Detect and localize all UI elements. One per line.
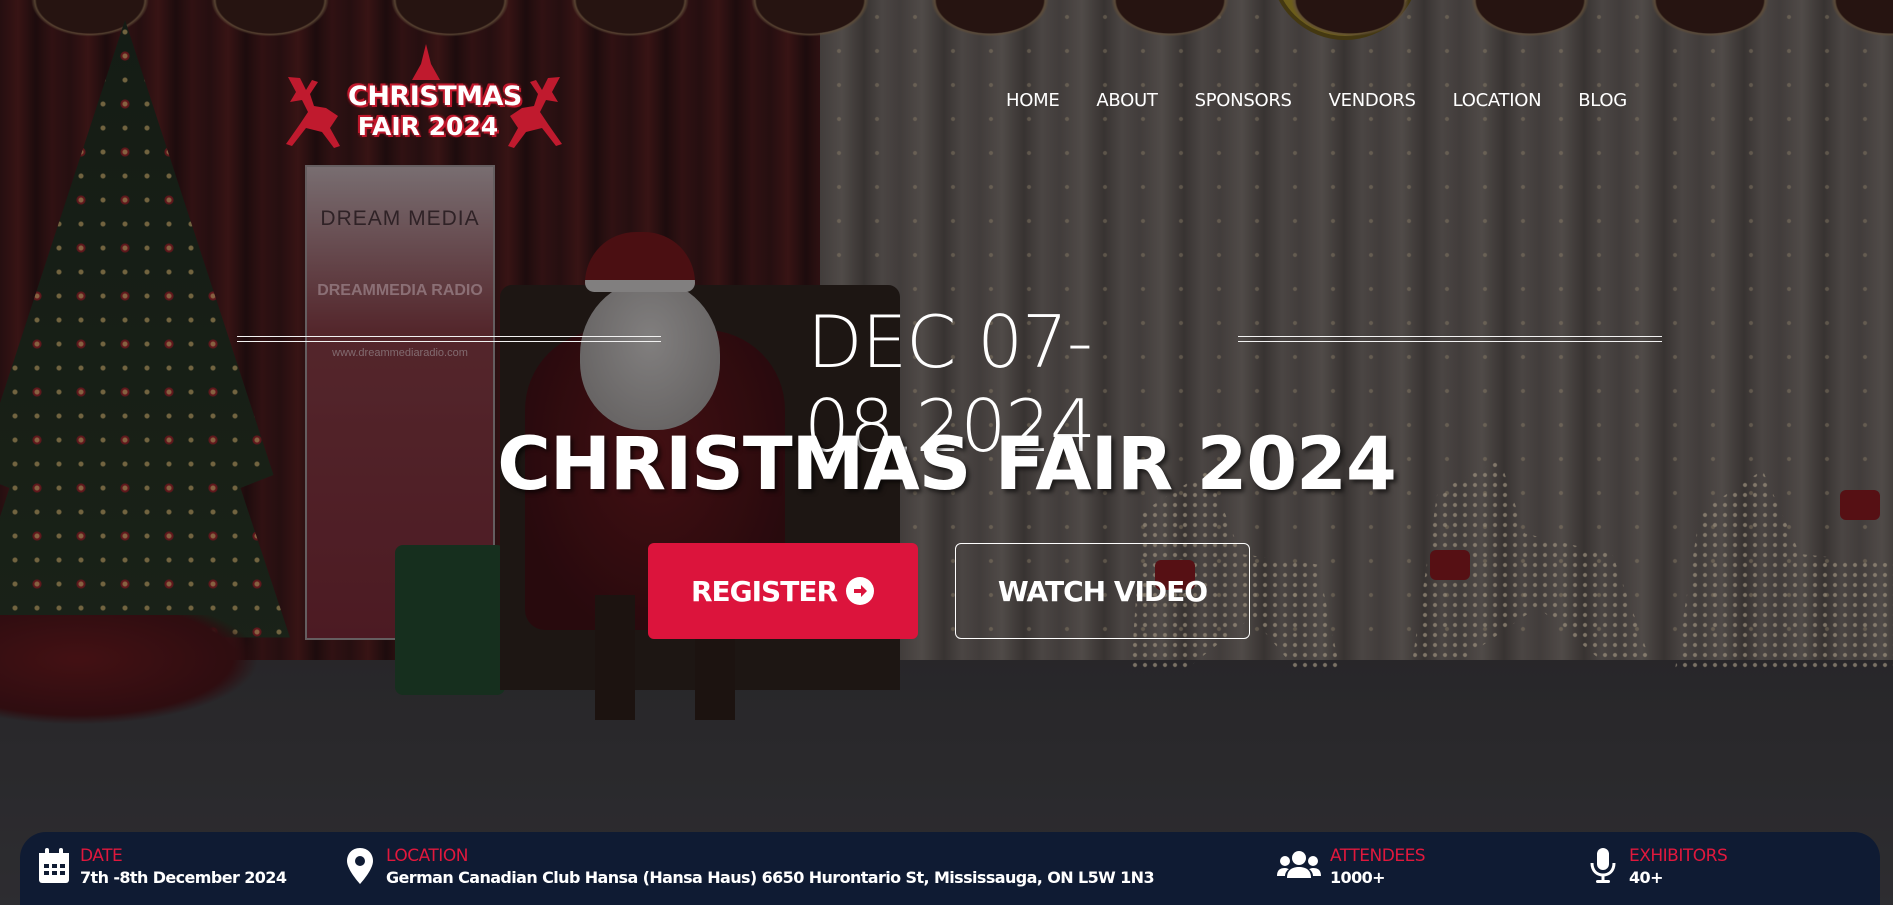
- watch-video-label: WATCH VIDEO: [997, 574, 1208, 608]
- site-logo[interactable]: CHRISTMAS FAIR 2024: [278, 42, 572, 154]
- main-nav: HOME ABOUT SPONSORS VENDORS LOCATION BLO…: [1006, 90, 1627, 111]
- tree-star-icon: [412, 44, 440, 80]
- event-info-bar: DATE 7th -8th December 2024 LOCATION Ger…: [20, 832, 1880, 905]
- logo-line1: CHRISTMAS: [348, 81, 522, 112]
- nav-home[interactable]: HOME: [1006, 90, 1060, 111]
- logo-line2: FAIR 2024: [357, 112, 499, 141]
- logo-text: CHRISTMAS FAIR 2024: [348, 81, 522, 142]
- nav-sponsors[interactable]: SPONSORS: [1195, 90, 1292, 111]
- microphone-icon: [1590, 848, 1616, 883]
- nav-location[interactable]: LOCATION: [1453, 90, 1542, 111]
- info-location-value: German Canadian Club Hansa (Hansa Haus) …: [386, 868, 1155, 887]
- info-attendees-value: 1000+: [1330, 868, 1386, 887]
- info-location: LOCATION German Canadian Club Hansa (Han…: [342, 846, 1155, 890]
- register-label: REGISTER: [690, 574, 838, 608]
- hero-title: CHRISTMAS FAIR 2024: [497, 422, 1397, 507]
- date-divider-left: [237, 336, 661, 342]
- reindeer-icon: [286, 77, 340, 148]
- event-date-row: DEC 07-08,2024: [237, 300, 1662, 468]
- register-button[interactable]: REGISTER: [648, 543, 918, 639]
- users-icon: [1277, 851, 1321, 878]
- info-attendees-label: ATTENDEES: [1330, 846, 1426, 866]
- info-date-value: 7th -8th December 2024: [80, 868, 287, 887]
- info-exhibitors: EXHIBITORS 40+: [1585, 846, 1728, 890]
- info-date: DATE 7th -8th December 2024: [36, 846, 287, 890]
- info-attendees: ATTENDEES 1000+: [1276, 846, 1426, 890]
- calendar-icon: [39, 848, 69, 883]
- info-exhibitors-label: EXHIBITORS: [1629, 846, 1728, 866]
- info-date-label: DATE: [80, 846, 123, 866]
- info-location-label: LOCATION: [386, 846, 468, 866]
- info-exhibitors-value: 40+: [1629, 868, 1663, 887]
- watch-video-button[interactable]: WATCH VIDEO: [955, 543, 1250, 639]
- date-divider-right: [1238, 336, 1662, 342]
- nav-vendors[interactable]: VENDORS: [1329, 90, 1416, 111]
- nav-about[interactable]: ABOUT: [1096, 90, 1157, 111]
- nav-blog[interactable]: BLOG: [1578, 90, 1627, 111]
- map-pin-icon: [347, 848, 373, 884]
- arrow-circle-right-icon: [846, 577, 875, 605]
